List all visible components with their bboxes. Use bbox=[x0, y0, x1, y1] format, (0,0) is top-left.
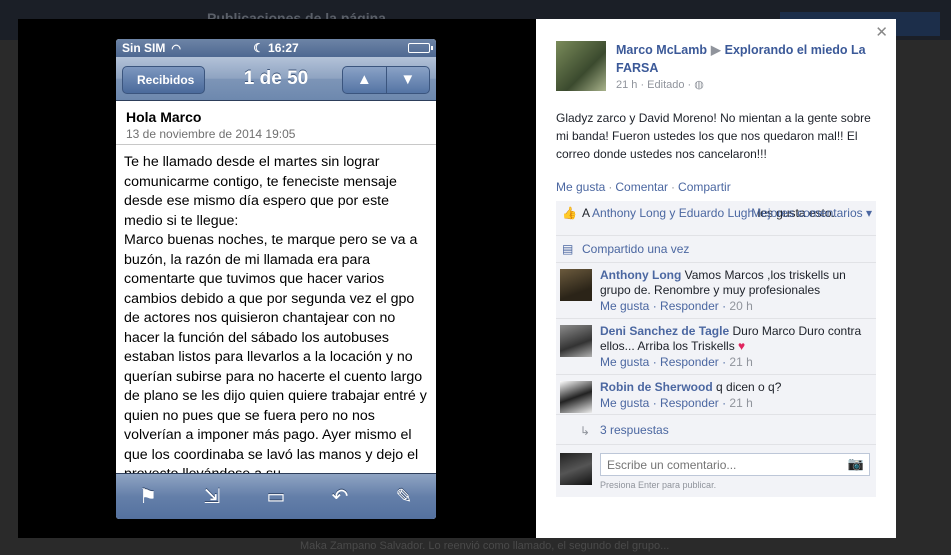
close-icon[interactable]: ✕ bbox=[875, 23, 888, 41]
comment-button[interactable]: Comentar bbox=[615, 180, 668, 194]
mail-date: 13 de noviembre de 2014 19:05 bbox=[126, 127, 296, 141]
share-button[interactable]: Compartir bbox=[678, 180, 731, 194]
comment-reply-button[interactable]: Responder bbox=[660, 396, 719, 410]
thumbs-up-icon: 👍 bbox=[562, 206, 577, 220]
comment-author[interactable]: Deni Sanchez de Tagle bbox=[600, 324, 729, 338]
mail-toolbar: ⚑ ⇲ ▭ ↶ ✎ bbox=[116, 473, 436, 519]
commenter-avatar[interactable] bbox=[560, 269, 592, 301]
mail-body: Te he llamado desde el martes sin lograr… bbox=[116, 145, 436, 473]
mail-screenshot: Sin SIM ◠ ☾ 16:27 Recibidos 1 de 50 ▲ ▼ H… bbox=[116, 39, 436, 519]
comment-author[interactable]: Anthony Long bbox=[600, 268, 681, 282]
post-panel: ✕ Marco McLamb ▶ Explorando el miedo La FA… bbox=[536, 19, 896, 538]
moon-icon: ☾ bbox=[253, 41, 265, 55]
previous-message-button[interactable]: ▲ bbox=[343, 67, 386, 93]
status-time: 16:27 bbox=[268, 41, 299, 55]
view-replies-link[interactable]: ↳ 3 respuestas bbox=[556, 415, 876, 445]
commenter-avatar[interactable] bbox=[560, 325, 592, 357]
feedback-box: 👍 A Anthony Long y Eduardo Lugh les gust… bbox=[556, 201, 876, 497]
author-avatar[interactable] bbox=[556, 41, 606, 91]
next-message-button[interactable]: ▼ bbox=[385, 67, 430, 93]
comment-input[interactable] bbox=[600, 453, 870, 476]
mail-header: Hola Marco 13 de noviembre de 2014 19:05 bbox=[116, 101, 436, 145]
post-title: Marco McLamb ▶ Explorando el miedo La FARS… bbox=[616, 41, 876, 77]
flag-icon[interactable]: ⚑ bbox=[133, 484, 163, 509]
mail-body-text: Te he llamado desde el martes sin lograr… bbox=[124, 154, 427, 473]
comment-item: Deni Sanchez de Tagle Duro Marco Duro co… bbox=[556, 319, 876, 375]
post-author-link[interactable]: Marco McLamb bbox=[616, 43, 707, 57]
post-actions: Me gusta · Comentar · Compartir bbox=[556, 180, 731, 194]
comment-reply-button[interactable]: Responder bbox=[660, 299, 719, 313]
mail-subject: Hola Marco bbox=[126, 109, 202, 125]
share-icon: ▤ bbox=[562, 242, 574, 256]
likes-summary: 👍 A Anthony Long y Eduardo Lugh les gust… bbox=[556, 201, 876, 236]
best-comments-dropdown[interactable]: Mejores comentarios ▾ bbox=[751, 206, 872, 221]
heart-icon: ♥ bbox=[738, 339, 746, 353]
viewer-avatar bbox=[560, 453, 592, 485]
comment-like-button[interactable]: Me gusta bbox=[600, 299, 649, 313]
mail-nav-bar: Recibidos 1 de 50 ▲ ▼ bbox=[116, 57, 436, 101]
message-navigation: ▲ ▼ bbox=[342, 66, 430, 94]
comment-like-button[interactable]: Me gusta bbox=[600, 355, 649, 369]
comment-like-button[interactable]: Me gusta bbox=[600, 396, 649, 410]
comment-reply-button[interactable]: Responder bbox=[660, 355, 719, 369]
post-meta: 21 h · Editado · ◍ bbox=[616, 79, 704, 91]
compose-icon[interactable]: ✎ bbox=[389, 484, 419, 509]
comment-author[interactable]: Robin de Sherwood bbox=[600, 380, 713, 394]
reply-icon[interactable]: ↶ bbox=[325, 484, 355, 509]
globe-icon: ◍ bbox=[694, 79, 704, 91]
comment-item: Anthony Long Vamos Marcos ,los triskells… bbox=[556, 263, 876, 319]
camera-icon[interactable]: 📷 bbox=[848, 456, 864, 472]
enter-hint: Presiona Enter para publicar. bbox=[600, 480, 717, 490]
battery-icon bbox=[408, 43, 433, 53]
archive-icon[interactable]: ▭ bbox=[261, 484, 291, 509]
commenter-avatar[interactable] bbox=[560, 381, 592, 413]
like-button[interactable]: Me gusta bbox=[556, 180, 605, 194]
write-comment-row: 📷 Presiona Enter para publicar. bbox=[556, 445, 876, 497]
likers-link[interactable]: Anthony Long y Eduardo Lugh bbox=[592, 206, 754, 220]
status-bar: Sin SIM ◠ ☾ 16:27 bbox=[116, 39, 436, 57]
background-footer: Maka Zampano Salvador. Lo reenvió como l… bbox=[300, 540, 670, 552]
move-folder-icon[interactable]: ⇲ bbox=[197, 484, 227, 509]
shares-summary[interactable]: ▤ Compartido una vez bbox=[556, 236, 876, 263]
reply-arrow-icon: ↳ bbox=[580, 424, 591, 438]
arrow-right-icon: ▶ bbox=[711, 43, 721, 57]
comment-item: Robin de Sherwood q dicen o q? Me gusta … bbox=[556, 375, 876, 415]
post-text: Gladyz zarco y David Moreno! No mientan … bbox=[556, 111, 871, 161]
